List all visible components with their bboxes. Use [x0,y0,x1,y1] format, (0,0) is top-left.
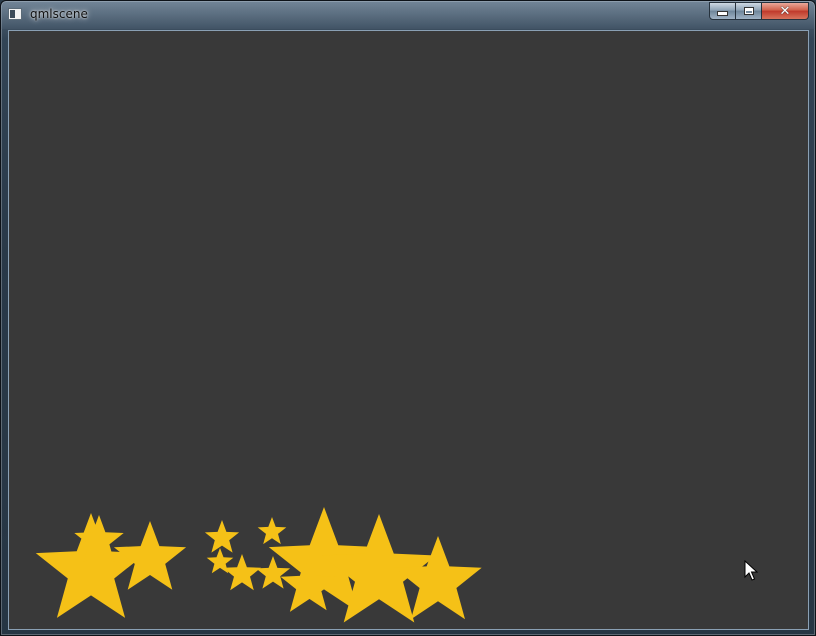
maximize-button[interactable] [736,2,762,20]
qml-scene-canvas[interactable] [8,30,809,630]
star-field [35,507,482,623]
star-shape [113,521,187,590]
star-shape [35,513,147,618]
title-bar[interactable]: qmlscene ✕ [1,1,815,29]
qt-app-window-icon[interactable] [8,8,22,20]
caption-buttons: ✕ [709,2,809,21]
minimize-icon [717,11,728,16]
star-shape [257,517,287,545]
star-shape [255,556,291,589]
app-window: qmlscene ✕ [0,0,816,636]
maximize-icon [743,7,754,15]
star-shape [204,520,240,553]
mouse-pointer-icon [744,560,758,581]
close-button[interactable]: ✕ [762,2,809,20]
window-title: qmlscene [30,7,88,21]
minimize-button[interactable] [709,2,736,20]
close-icon: ✕ [779,3,791,19]
